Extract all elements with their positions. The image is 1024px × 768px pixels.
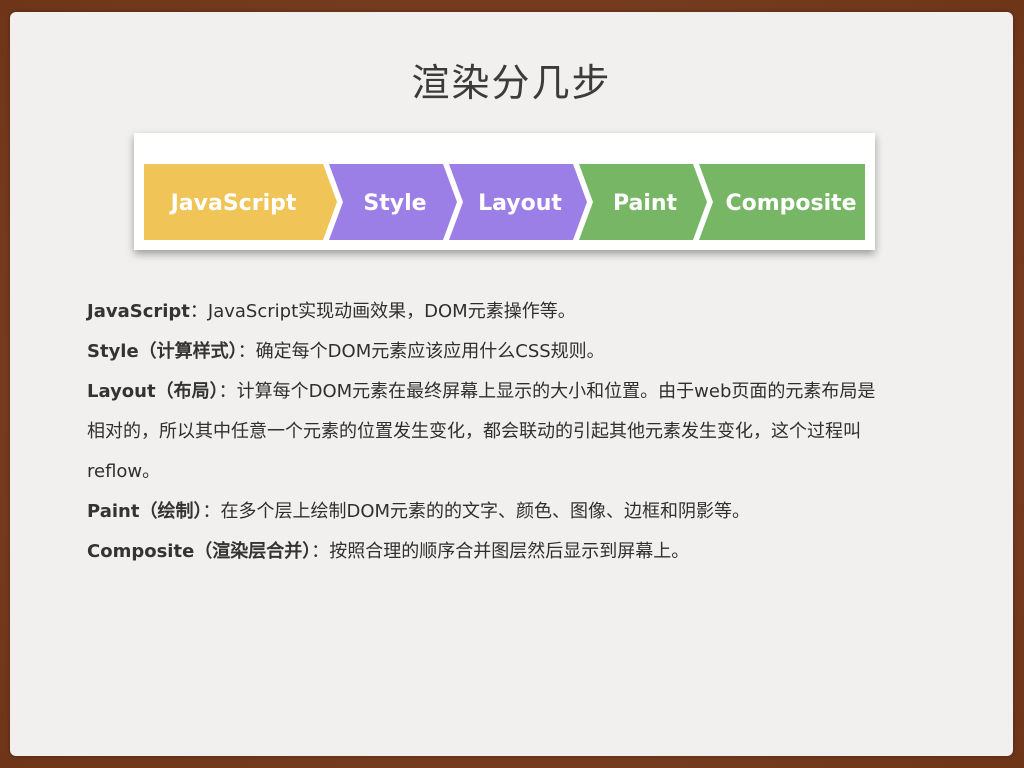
rendering-steps-text: JavaScript：JavaScript实现动画效果，DOM元素操作等。 St…	[87, 292, 987, 572]
pipeline-step-label: Layout	[478, 191, 562, 216]
slide-frame: 渲染分几步 JavaScript Style Layout Paint Composit…	[0, 0, 1024, 768]
step-description: ：JavaScript实现动画效果，DOM元素操作等。	[189, 301, 576, 322]
pipeline-step-label: Style	[363, 191, 426, 216]
step-line-layout-reflow: reflow。	[87, 452, 987, 492]
rendering-pipeline-diagram: JavaScript Style Layout Paint Composite	[134, 133, 875, 250]
step-description: ：计算每个DOM元素在最终屏幕上显示的大小和位置。由于web页面的元素布局是	[218, 381, 876, 402]
step-description: ：在多个层上绘制DOM元素的的文字、颜色、图像、边框和阴影等。	[202, 501, 751, 522]
pipeline-step-label: Paint	[613, 191, 678, 216]
step-term: Paint（绘制）	[87, 501, 203, 522]
step-line-composite: Composite（渲染层合并）：按照合理的顺序合并图层然后显示到屏幕上。	[87, 532, 987, 572]
slide-title: 渲染分几步	[411, 61, 612, 105]
step-description: ：按照合理的顺序合并图层然后显示到屏幕上。	[311, 541, 690, 562]
pipeline-step-label: JavaScript	[169, 191, 297, 216]
pipeline-svg: JavaScript Style Layout Paint Composite	[144, 164, 865, 240]
step-description: 相对的，所以其中任意一个元素的位置发生变化，都会联动的引起其他元素发生变化，这个…	[87, 421, 861, 442]
step-line-paint: Paint（绘制）：在多个层上绘制DOM元素的的文字、颜色、图像、边框和阴影等。	[87, 492, 987, 532]
step-term: Layout（布局）	[87, 381, 219, 402]
step-line-layout-continued: 相对的，所以其中任意一个元素的位置发生变化，都会联动的引起其他元素发生变化，这个…	[87, 412, 987, 452]
step-description: reflow。	[87, 461, 161, 482]
step-term: Composite（渲染层合并）	[87, 541, 312, 562]
step-description: ：确定每个DOM元素应该应用什么CSS规则。	[237, 341, 605, 362]
step-term: JavaScript	[87, 301, 190, 322]
pipeline-step-label: Composite	[725, 191, 856, 216]
step-line-style: Style（计算样式）：确定每个DOM元素应该应用什么CSS规则。	[87, 332, 987, 372]
step-term: Style（计算样式）	[87, 341, 238, 362]
slide: 渲染分几步 JavaScript Style Layout Paint Composit…	[10, 12, 1013, 756]
step-line-javascript: JavaScript：JavaScript实现动画效果，DOM元素操作等。	[87, 292, 987, 332]
step-line-layout: Layout（布局）：计算每个DOM元素在最终屏幕上显示的大小和位置。由于web…	[87, 372, 987, 412]
